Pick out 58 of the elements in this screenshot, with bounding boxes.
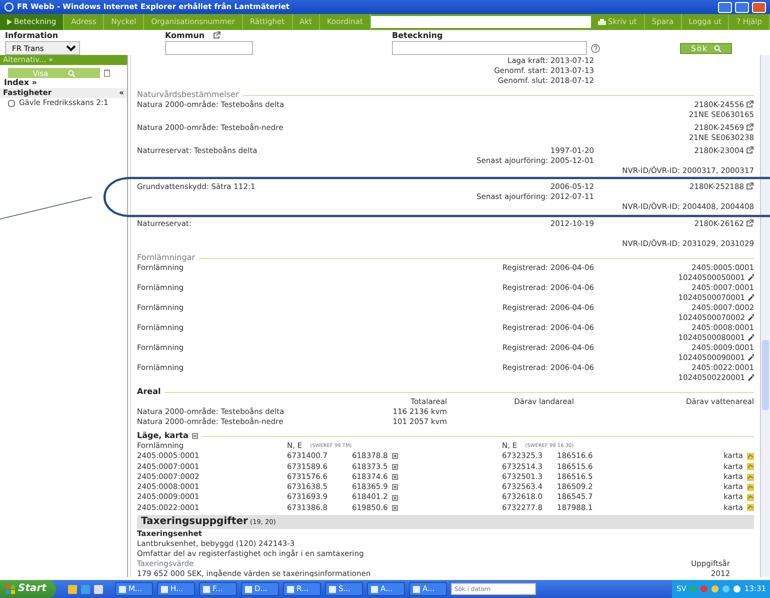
link-icon[interactable] [746, 100, 754, 108]
windows-logo-icon [6, 584, 15, 594]
map-icon[interactable] [747, 452, 754, 460]
window-icon [287, 586, 294, 592]
maximize-button[interactable] [735, 2, 749, 12]
link-icon[interactable] [746, 182, 754, 190]
window-icon [413, 586, 420, 592]
edit-icon[interactable] [747, 274, 754, 281]
section-title: Areal [137, 387, 754, 397]
edit-icon[interactable] [747, 374, 754, 381]
expand-icon[interactable] [392, 504, 398, 511]
expand-icon[interactable] [192, 433, 198, 439]
beteckning-field[interactable] [392, 41, 587, 55]
help-icon[interactable] [591, 44, 600, 52]
scrollbar-thumb[interactable] [762, 340, 769, 410]
section-title: Läge, karta [137, 431, 188, 441]
search-icon [714, 44, 721, 52]
section-title: Naturvårdsbestämmelser [137, 90, 754, 100]
start-button[interactable]: Start [0, 580, 56, 598]
trash-icon[interactable] [104, 69, 110, 77]
search-icon [68, 70, 76, 76]
edit-icon[interactable] [747, 334, 754, 341]
browser-icon [4, 2, 14, 12]
expand-icon[interactable] [392, 453, 398, 460]
kommun-field[interactable] [165, 41, 253, 55]
section-title: Taxeringsuppgifter [141, 516, 248, 528]
index-link[interactable]: Index » [0, 78, 127, 88]
map-icon[interactable] [747, 504, 754, 512]
link-icon[interactable] [746, 219, 754, 227]
section-title: Fornlämningar [137, 253, 754, 263]
item-checkbox[interactable] [8, 100, 15, 106]
link-icon[interactable] [746, 123, 754, 131]
map-icon[interactable] [747, 474, 754, 481]
window-icon [371, 586, 378, 592]
window-icon [119, 586, 126, 592]
map-icon[interactable] [747, 484, 754, 491]
edit-icon[interactable] [747, 354, 754, 361]
window-icon [245, 586, 252, 592]
link-icon[interactable] [212, 31, 221, 39]
window-icon [161, 586, 168, 592]
edit-icon[interactable] [747, 294, 754, 301]
expand-icon[interactable] [392, 474, 398, 480]
field-label: Kommun [165, 31, 205, 41]
minimize-button[interactable] [718, 2, 732, 12]
window-icon [329, 586, 336, 592]
expand-icon[interactable] [392, 464, 398, 470]
window-icon [203, 586, 210, 592]
edit-icon[interactable] [747, 314, 754, 321]
expand-icon[interactable] [392, 494, 398, 501]
map-icon[interactable] [747, 494, 754, 502]
printer-icon [598, 18, 606, 26]
play-icon [7, 19, 12, 25]
field-label: Information [5, 31, 60, 41]
close-button[interactable] [752, 2, 766, 12]
map-icon[interactable] [747, 463, 754, 470]
link-icon[interactable] [746, 146, 754, 154]
field-label: Beteckning [392, 31, 444, 41]
expand-icon[interactable] [392, 484, 398, 490]
